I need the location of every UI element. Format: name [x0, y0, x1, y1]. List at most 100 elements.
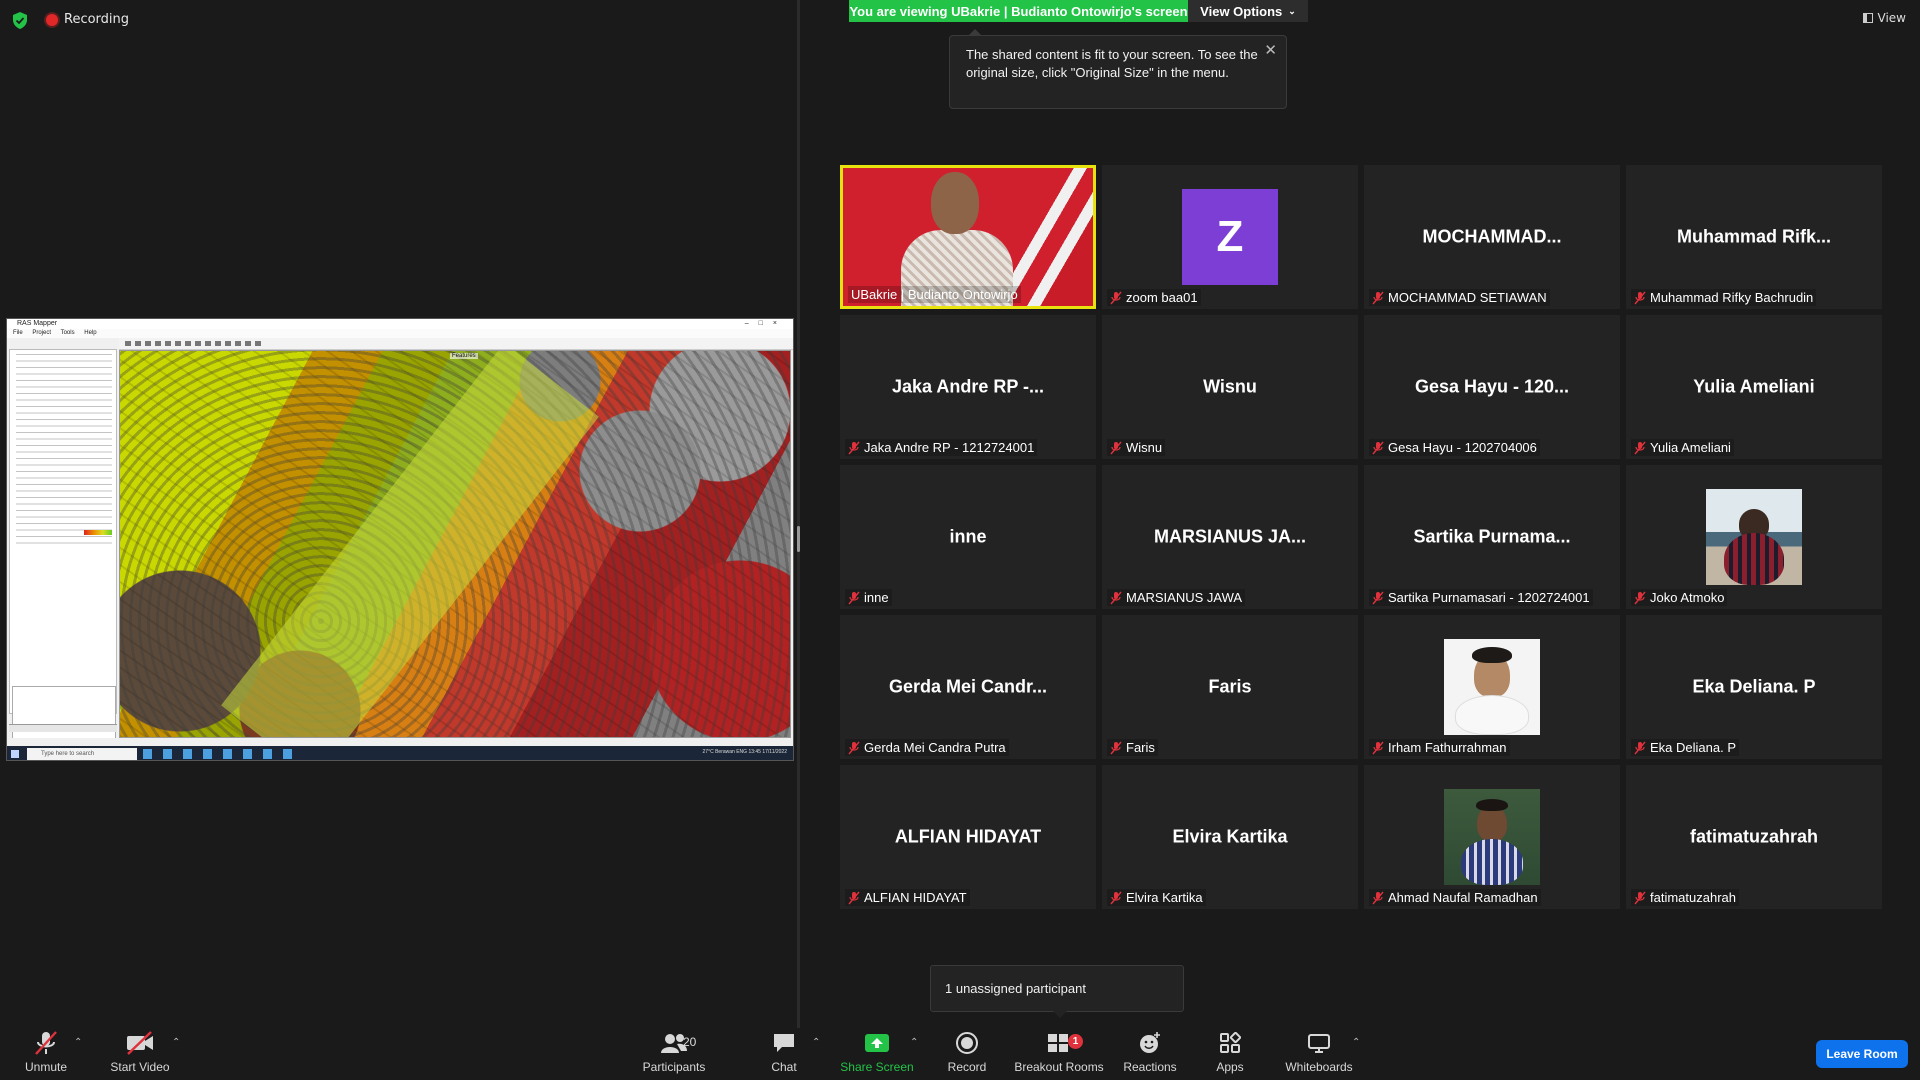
apps-icon — [1219, 1028, 1241, 1058]
view-button[interactable]: View — [1862, 11, 1906, 25]
mic-muted-icon — [1634, 741, 1646, 755]
mic-muted-icon — [1372, 291, 1384, 305]
participants-button[interactable]: 20 Participants — [640, 1028, 708, 1080]
recording-indicator[interactable]: Recording — [46, 12, 129, 27]
share-options-caret-icon[interactable]: ⌃ — [910, 1037, 918, 1048]
participant-display-name: Muhammad Rifk... — [1676, 226, 1832, 247]
participant-photo — [1706, 489, 1802, 585]
start-video-button[interactable]: Start Video — [104, 1028, 176, 1080]
shared-screen[interactable]: RAS Mapper –□× File Project Tools Help F… — [6, 318, 794, 761]
start-video-label: Start Video — [110, 1060, 170, 1074]
participant-tile[interactable]: MARSIANUS JA... MARSIANUS JAWA — [1102, 465, 1358, 609]
participant-tile[interactable]: Gerda Mei Candr... Gerda Mei Candra Putra — [840, 615, 1096, 759]
apps-button[interactable]: Apps — [1210, 1028, 1250, 1080]
chat-label: Chat — [771, 1060, 797, 1074]
participant-name: Faris — [1126, 740, 1155, 755]
participant-name-label: ALFIAN HIDAYAT — [845, 889, 970, 906]
participants-label: Participants — [642, 1060, 706, 1074]
mic-muted-icon — [1634, 591, 1646, 605]
mic-muted-icon — [1110, 591, 1122, 605]
participant-name-label: Joko Atmoko — [1631, 589, 1728, 606]
participant-tile[interactable]: ALFIAN HIDAYAT ALFIAN HIDAYAT — [840, 765, 1096, 909]
participant-tile[interactable]: Elvira Kartika Elvira Kartika — [1102, 765, 1358, 909]
participant-display-name: Gesa Hayu - 120... — [1414, 376, 1570, 397]
participant-tile[interactable]: inne inne — [840, 465, 1096, 609]
leave-room-button[interactable]: Leave Room — [1816, 1040, 1908, 1068]
view-options-label: View Options — [1200, 3, 1283, 19]
view-options-button[interactable]: View Options ⌄ — [1188, 0, 1308, 22]
unmute-button[interactable]: Unmute — [18, 1028, 74, 1080]
mic-muted-icon — [848, 741, 860, 755]
zoom-meeting-window: Recording RAS Mapper –□× File Project To… — [0, 0, 1920, 1080]
close-icon[interactable]: ✕ — [1264, 42, 1277, 60]
participant-display-name: MARSIANUS JA... — [1153, 526, 1306, 547]
shield-icon[interactable] — [12, 12, 28, 29]
participant-tile[interactable]: Muhammad Rifk... Muhammad Rifky Bachrudin — [1626, 165, 1882, 309]
whiteboards-button[interactable]: Whiteboards — [1282, 1028, 1356, 1080]
participant-tile[interactable]: Ahmad Naufal Ramadhan — [1364, 765, 1620, 909]
participant-tile[interactable]: Irham Fathurrahman — [1364, 615, 1620, 759]
chevron-down-icon: ⌄ — [1288, 5, 1296, 16]
participant-tile[interactable]: Gesa Hayu - 120... Gesa Hayu - 1202704006 — [1364, 315, 1620, 459]
participant-name-label: zoom baa01 — [1107, 289, 1201, 306]
participant-tile[interactable]: Joko Atmoko — [1626, 465, 1882, 609]
participant-tile[interactable]: Eka Deliana. P Eka Deliana. P — [1626, 615, 1882, 759]
taskbar-search: Type here to search — [27, 748, 137, 760]
viewing-screen-banner: You are viewing UBakrie | Budianto Ontow… — [849, 0, 1188, 22]
view-label: View — [1877, 11, 1906, 25]
participant-display-name: Elvira Kartika — [1172, 826, 1288, 847]
map-title: Features — [450, 353, 478, 359]
participant-display-name: fatimatuzahrah — [1689, 826, 1819, 847]
participant-name-label: Jaka Andre RP - 1212724001 — [845, 439, 1038, 456]
shared-menu-file: File — [13, 330, 23, 336]
mic-muted-icon — [1372, 741, 1384, 755]
participant-tile[interactable]: Sartika Purnama... Sartika Purnamasari - … — [1364, 465, 1620, 609]
terrain-map: Features — [119, 350, 791, 738]
speaker-head — [931, 172, 979, 234]
participant-tile[interactable]: Yulia Ameliani Yulia Ameliani — [1626, 315, 1882, 459]
depth-legend — [84, 530, 112, 535]
chat-icon — [772, 1028, 796, 1058]
participant-tile[interactable]: MOCHAMMAD... MOCHAMMAD SETIAWAN — [1364, 165, 1620, 309]
audio-options-caret-icon[interactable]: ⌃ — [74, 1037, 82, 1048]
participant-name-label: Muhammad Rifky Bachrudin — [1631, 289, 1817, 306]
shared-window-toolbar — [119, 338, 793, 350]
participant-name: Yulia Ameliani — [1650, 440, 1731, 455]
participant-tile[interactable]: fatimatuzahrah fatimatuzahrah — [1626, 765, 1882, 909]
participant-name: Elvira Kartika — [1126, 890, 1203, 905]
participant-tile[interactable]: Jaka Andre RP -... Jaka Andre RP - 121272… — [840, 315, 1096, 459]
shared-menu-help: Help — [84, 330, 97, 336]
unassigned-participant-popup[interactable]: 1 unassigned participant — [930, 965, 1184, 1018]
breakout-rooms-label: Breakout Rooms — [1014, 1060, 1104, 1074]
share-screen-button[interactable]: Share Screen — [840, 1028, 914, 1080]
chat-button[interactable]: Chat — [764, 1028, 804, 1080]
participant-name: inne — [864, 590, 889, 605]
chat-options-caret-icon[interactable]: ⌃ — [812, 1037, 820, 1048]
avatar: Z — [1182, 189, 1278, 285]
divider-grip-handle[interactable] — [797, 526, 800, 552]
participant-tile[interactable]: Wisnu Wisnu — [1102, 315, 1358, 459]
mic-muted-icon — [33, 1028, 59, 1058]
participant-photo — [1444, 789, 1540, 885]
breakout-rooms-button[interactable]: 1 Breakout Rooms — [1014, 1028, 1104, 1080]
participant-name-label: MARSIANUS JAWA — [1107, 589, 1246, 606]
participant-tile[interactable]: Zzoom baa01 — [1102, 165, 1358, 309]
mic-muted-icon — [848, 441, 860, 455]
whiteboard-options-caret-icon[interactable]: ⌃ — [1352, 1037, 1360, 1048]
record-button[interactable]: Record — [946, 1028, 988, 1080]
mic-muted-icon — [1110, 741, 1122, 755]
split-divider[interactable] — [797, 0, 800, 1028]
participant-tile[interactable]: UBakrie | Budianto Ontowirjo — [840, 165, 1096, 309]
video-options-caret-icon[interactable]: ⌃ — [172, 1037, 180, 1048]
participant-name-label: Ahmad Naufal Ramadhan — [1369, 889, 1541, 906]
shared-window-statusbar — [7, 738, 793, 746]
participant-tile[interactable]: Faris Faris — [1102, 615, 1358, 759]
participant-name-label: Eka Deliana. P — [1631, 739, 1739, 756]
layout-icon — [1862, 13, 1873, 23]
reactions-button[interactable]: Reactions — [1122, 1028, 1178, 1080]
participant-name-label: MOCHAMMAD SETIAWAN — [1369, 289, 1550, 306]
shared-window-title: RAS Mapper — [17, 320, 58, 327]
mic-muted-icon — [1372, 441, 1384, 455]
mic-muted-icon — [1372, 591, 1384, 605]
whiteboards-label: Whiteboards — [1285, 1060, 1353, 1074]
